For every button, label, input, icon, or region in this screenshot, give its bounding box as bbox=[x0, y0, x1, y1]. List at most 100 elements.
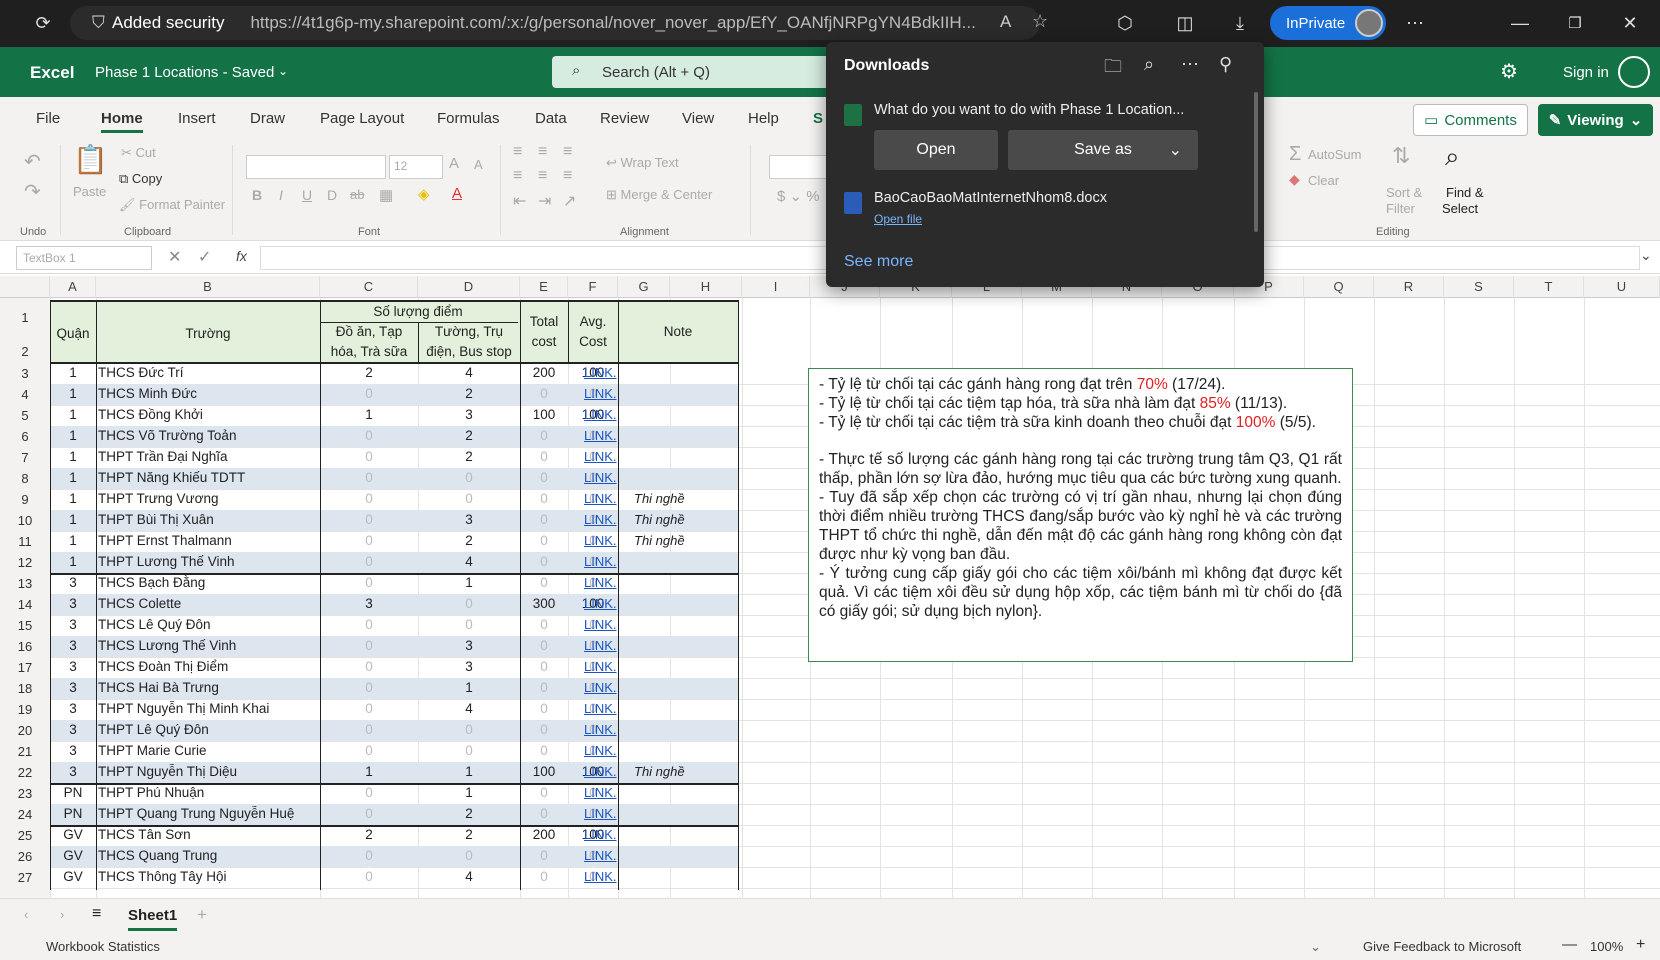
format-painter-button[interactable]: 🖌 Format Painter bbox=[119, 197, 225, 213]
orientation-icon[interactable]: ↗ bbox=[563, 191, 576, 211]
row-header[interactable]: 27 bbox=[0, 870, 50, 885]
row-header[interactable]: 6 bbox=[0, 429, 50, 444]
comments-button[interactable]: ▭ Comments bbox=[1413, 104, 1528, 136]
function-icon[interactable]: fx bbox=[236, 248, 247, 264]
link-cell[interactable]: LINK. bbox=[584, 428, 632, 443]
align-left-icon[interactable]: ≡ bbox=[513, 167, 522, 185]
enter-icon[interactable]: ✓ bbox=[198, 247, 211, 267]
favorite-icon[interactable]: ☆ bbox=[1032, 11, 1048, 32]
link-cell[interactable]: LINK. bbox=[584, 827, 632, 842]
link-cell[interactable]: LINK. bbox=[584, 470, 632, 485]
column-header[interactable]: S bbox=[1444, 276, 1514, 298]
paste-button[interactable]: Paste bbox=[73, 184, 106, 199]
currency-icon[interactable]: $ ⌄ % bbox=[777, 187, 820, 205]
see-more-link[interactable]: See more bbox=[844, 253, 913, 271]
pin-icon[interactable]: ⚲ bbox=[1219, 54, 1232, 75]
tab-view[interactable]: View bbox=[682, 110, 714, 127]
paste-icon[interactable]: 📋 bbox=[73, 143, 108, 176]
row-header[interactable]: 8 bbox=[0, 471, 50, 486]
chevron-down-icon[interactable]: ⌄ bbox=[1640, 247, 1652, 264]
link-cell[interactable]: LINK. bbox=[584, 764, 632, 779]
column-header[interactable]: Q bbox=[1304, 276, 1374, 298]
double-underline-icon[interactable]: D bbox=[327, 187, 337, 203]
column-header[interactable]: I bbox=[742, 276, 810, 298]
sheet-menu-icon[interactable]: ≡ bbox=[92, 905, 101, 923]
sign-in-link[interactable]: Sign in bbox=[1563, 64, 1609, 81]
fill-color-icon[interactable]: ◈ bbox=[418, 185, 430, 203]
bold-icon[interactable]: B bbox=[252, 187, 262, 203]
add-sheet-icon[interactable]: + bbox=[197, 905, 207, 925]
autosum-button[interactable]: AutoSum bbox=[1308, 147, 1361, 162]
feedback-link[interactable]: Give Feedback to Microsoft bbox=[1363, 939, 1521, 954]
tab-insert[interactable]: Insert bbox=[178, 110, 216, 127]
column-header[interactable]: G bbox=[618, 276, 670, 298]
undo-icon[interactable]: ↶ bbox=[24, 149, 41, 174]
borders-icon[interactable]: ▦ bbox=[379, 186, 393, 204]
address-bar[interactable]: ⛉ Added security https://4t1g6p-my.share… bbox=[70, 6, 1048, 40]
cancel-icon[interactable]: ✕ bbox=[168, 247, 181, 267]
link-cell[interactable]: LINK. bbox=[584, 869, 632, 884]
doc-title[interactable]: Phase 1 Locations - Saved bbox=[95, 64, 274, 81]
link-cell[interactable]: LINK. bbox=[584, 596, 632, 611]
font-family-select[interactable] bbox=[246, 155, 386, 179]
read-aloud-icon[interactable]: A bbox=[1000, 12, 1011, 32]
chevron-down-icon[interactable]: ⌄ bbox=[1310, 939, 1321, 955]
cut-button[interactable]: ✂ Cut bbox=[121, 145, 156, 161]
search-icon[interactable]: ⌕ bbox=[1144, 54, 1154, 75]
align-center-icon[interactable]: ≡ bbox=[538, 167, 547, 185]
link-cell[interactable]: LINK. bbox=[584, 701, 632, 716]
link-cell[interactable]: LINK. bbox=[584, 512, 632, 527]
column-header[interactable]: R bbox=[1374, 276, 1444, 298]
open-file-link[interactable]: Open file bbox=[874, 212, 922, 226]
row-header[interactable]: 2 bbox=[0, 344, 50, 359]
tab-home[interactable]: Home bbox=[101, 110, 143, 133]
select-all-corner[interactable] bbox=[0, 276, 50, 298]
autosum-icon[interactable]: Σ bbox=[1289, 143, 1301, 166]
link-cell[interactable]: LINK. bbox=[584, 575, 632, 590]
user-icon[interactable] bbox=[1618, 56, 1650, 88]
row-header[interactable]: 3 bbox=[0, 366, 50, 381]
tab-data[interactable]: Data bbox=[535, 110, 567, 127]
gear-icon[interactable]: ⚙ bbox=[1500, 59, 1518, 84]
link-cell[interactable]: LINK. bbox=[584, 848, 632, 863]
notes-textbox[interactable]: - Tỷ lệ từ chối tại các gánh hàng rong đ… bbox=[808, 368, 1353, 662]
open-button[interactable]: Open bbox=[874, 130, 998, 170]
sort-filter-button[interactable]: Sort & bbox=[1386, 185, 1422, 200]
tab-draw[interactable]: Draw bbox=[250, 110, 285, 127]
row-header[interactable]: 11 bbox=[0, 534, 50, 549]
row-header[interactable]: 5 bbox=[0, 408, 50, 423]
row-header[interactable]: 23 bbox=[0, 786, 50, 801]
row-header[interactable]: 1 bbox=[0, 310, 50, 325]
font-size-select[interactable]: 12 bbox=[389, 155, 443, 179]
column-header[interactable]: B bbox=[96, 276, 320, 298]
link-cell[interactable]: LINK. bbox=[584, 617, 632, 632]
row-header[interactable]: 17 bbox=[0, 660, 50, 675]
row-header[interactable]: 9 bbox=[0, 492, 50, 507]
column-header[interactable]: F bbox=[568, 276, 618, 298]
redo-icon[interactable]: ↷ bbox=[24, 179, 41, 204]
sheet-tab-sheet1[interactable]: Sheet1 bbox=[128, 907, 178, 931]
folder-icon[interactable]: 🗀 bbox=[1104, 54, 1122, 84]
url-text[interactable]: https://4t1g6p-my.sharepoint.com/:x:/g/p… bbox=[250, 13, 980, 33]
zoom-out-icon[interactable]: — bbox=[1562, 936, 1577, 953]
more-icon[interactable]: ⋯ bbox=[1400, 8, 1430, 38]
tab-file[interactable]: File bbox=[36, 110, 60, 127]
number-format-select[interactable] bbox=[769, 155, 829, 179]
column-header[interactable]: T bbox=[1514, 276, 1584, 298]
row-header[interactable]: 7 bbox=[0, 450, 50, 465]
grow-font-icon[interactable]: A bbox=[449, 155, 459, 172]
link-cell[interactable]: LINK. bbox=[584, 554, 632, 569]
inprivate-badge[interactable]: InPrivate bbox=[1270, 6, 1386, 40]
row-header[interactable]: 12 bbox=[0, 555, 50, 570]
merge-center-button[interactable]: ⊞ Merge & Center bbox=[606, 187, 712, 203]
row-header[interactable]: 25 bbox=[0, 828, 50, 843]
decrease-indent-icon[interactable]: ⇤ bbox=[513, 191, 526, 211]
close-icon[interactable]: ✕ bbox=[1615, 8, 1645, 38]
column-header[interactable]: A bbox=[50, 276, 96, 298]
wrap-text-button[interactable]: ↩ Wrap Text bbox=[606, 155, 679, 171]
link-cell[interactable]: LINK. bbox=[584, 722, 632, 737]
strikethrough-icon[interactable]: ab bbox=[350, 187, 364, 202]
link-cell[interactable]: LINK. bbox=[584, 407, 632, 422]
extensions-icon[interactable]: ⬡ bbox=[1110, 8, 1140, 38]
shrink-font-icon[interactable]: A bbox=[474, 157, 483, 172]
